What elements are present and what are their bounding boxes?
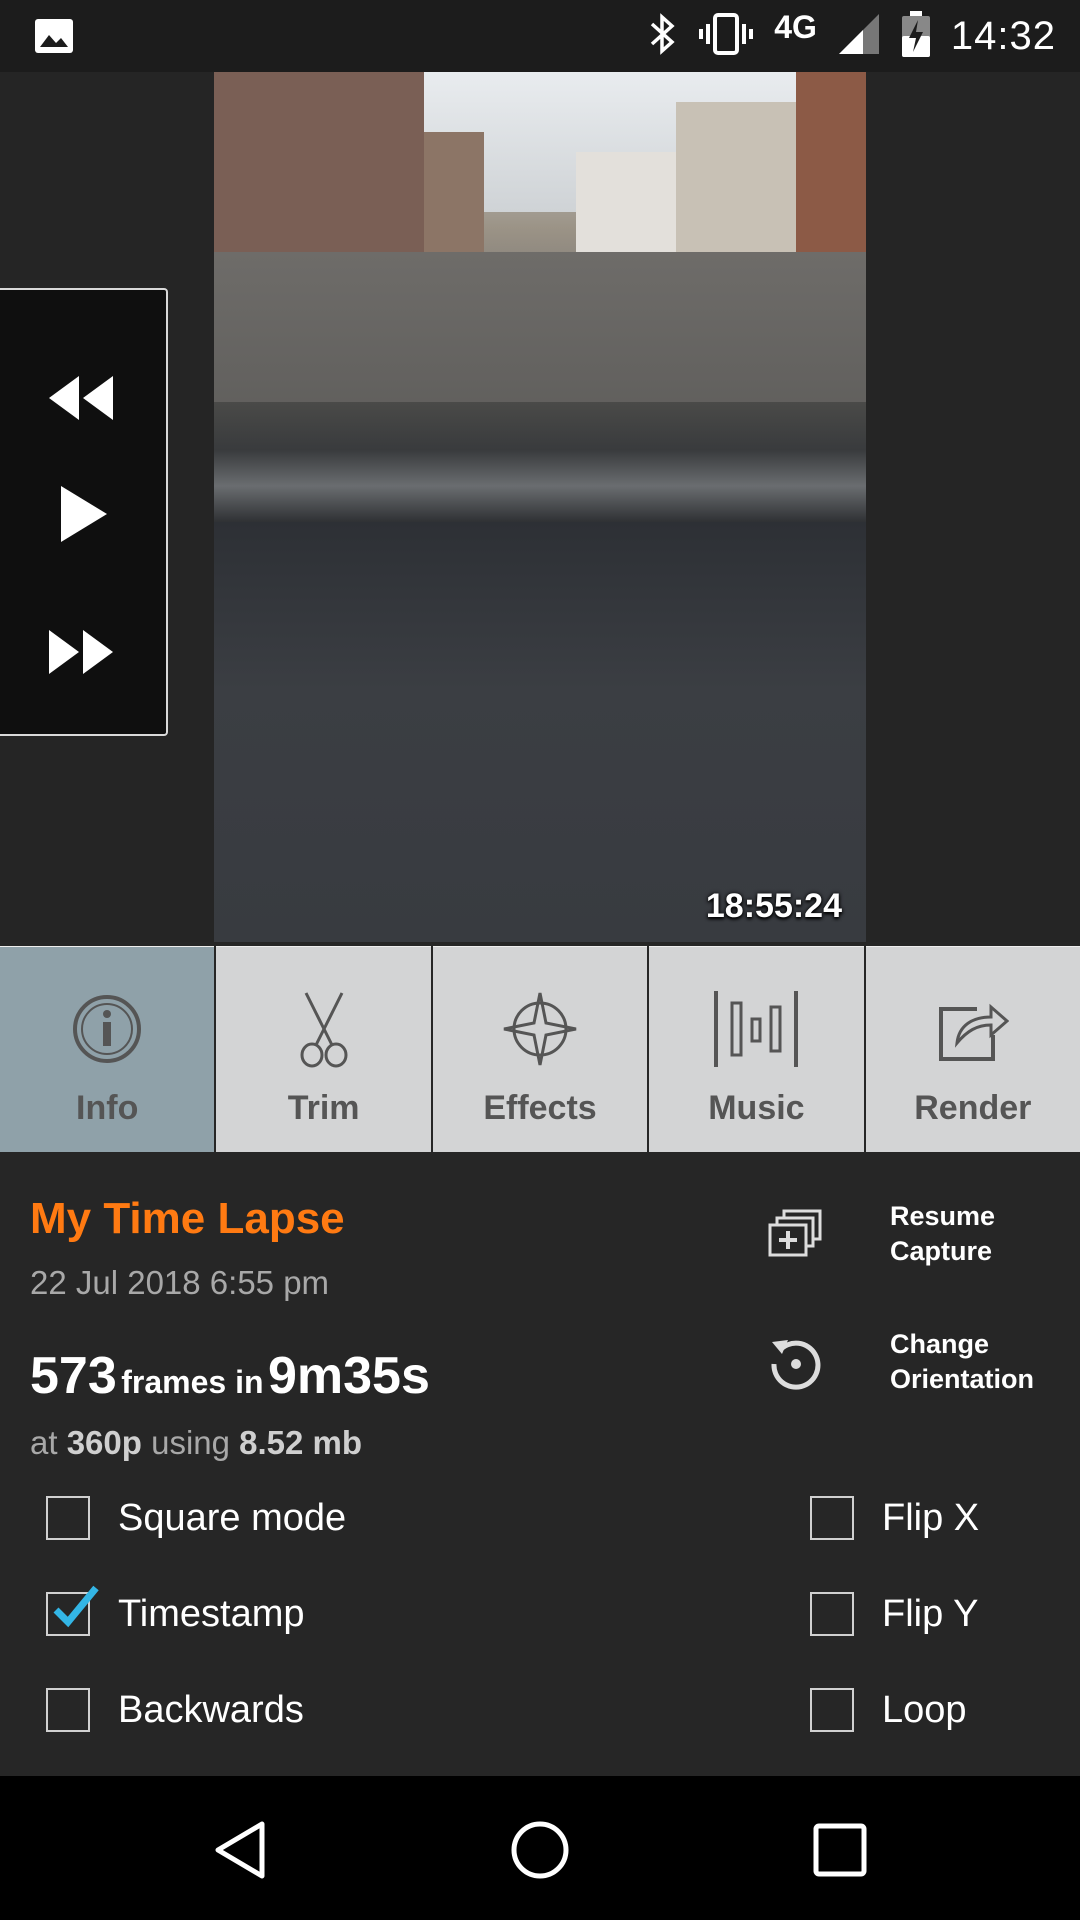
recents-button[interactable] xyxy=(800,1810,880,1890)
scissors-icon xyxy=(300,992,348,1068)
resume-label-1: Resume xyxy=(890,1201,996,1231)
checkbox-box xyxy=(46,1688,90,1732)
resolution: 360p xyxy=(66,1424,142,1461)
vibrate-icon xyxy=(698,12,754,61)
playback-controls xyxy=(0,288,168,736)
signal-icon xyxy=(837,12,881,61)
project-title[interactable]: My Time Lapse xyxy=(30,1194,345,1244)
checkbox-label: Loop xyxy=(882,1688,967,1731)
checkbox-label: Flip Y xyxy=(882,1592,979,1635)
resolution-summary: at 360p using 8.52 mb xyxy=(30,1424,362,1462)
file-size: 8.52 mb xyxy=(239,1424,363,1461)
battery-charging-icon xyxy=(901,10,931,63)
checkbox-box xyxy=(46,1496,90,1540)
flip-x-checkbox[interactable]: Flip X xyxy=(810,1496,979,1540)
resume-capture-button[interactable]: Resume Capture xyxy=(760,1198,995,1270)
resume-label-2: Capture xyxy=(890,1236,993,1266)
rewind-button[interactable] xyxy=(36,358,126,438)
music-icon xyxy=(714,991,799,1067)
loop-checkbox[interactable]: Loop xyxy=(810,1688,967,1732)
status-bar: 4G 14:32 xyxy=(0,0,1080,72)
back-icon xyxy=(215,1821,265,1879)
tab-label: Effects xyxy=(483,1089,597,1127)
bluetooth-icon xyxy=(648,12,678,61)
checkmark-icon xyxy=(53,1585,99,1628)
tab-effects[interactable]: Effects xyxy=(432,946,648,1152)
res-prefix: at xyxy=(30,1424,58,1461)
navigation-bar xyxy=(0,1776,1080,1920)
info-icon xyxy=(73,995,142,1063)
project-date: 22 Jul 2018 6:55 pm xyxy=(30,1264,330,1301)
effects-icon xyxy=(503,992,577,1066)
orientation-label-2: Orientation xyxy=(890,1364,1035,1394)
checkbox-box xyxy=(810,1592,854,1636)
fast-forward-button[interactable] xyxy=(36,612,126,692)
tab-label: Info xyxy=(76,1089,139,1127)
checkbox-label: Backwards xyxy=(118,1688,304,1731)
checkbox-box xyxy=(810,1688,854,1732)
timestamp-checkbox[interactable]: Timestamp xyxy=(46,1585,305,1636)
video-timestamp: 18:55:24 xyxy=(705,887,842,925)
checkbox-label: Flip X xyxy=(882,1496,980,1539)
info-panel: My Time Lapse 22 Jul 2018 6:55 pm 573 fr… xyxy=(0,1152,1080,1776)
backwards-checkbox[interactable]: Backwards xyxy=(46,1688,304,1732)
tab-trim[interactable]: Trim xyxy=(216,946,431,1152)
duration: 9m35s xyxy=(267,1347,430,1405)
frames-summary: 573 frames in 9m35s xyxy=(30,1346,430,1406)
orientation-label-1: Change xyxy=(890,1329,990,1359)
checkbox-label: Timestamp xyxy=(118,1592,305,1635)
play-icon xyxy=(61,486,107,542)
resume-capture-icon xyxy=(760,1198,832,1270)
frames-text: frames in xyxy=(121,1364,264,1400)
tab-bar: Info Trim Effects Music Render xyxy=(0,946,1080,1152)
checkbox-box xyxy=(46,1585,99,1636)
home-icon xyxy=(511,1821,569,1879)
tab-info[interactable]: Info xyxy=(0,946,215,1152)
square-mode-checkbox[interactable]: Square mode xyxy=(46,1496,346,1540)
res-mid: using xyxy=(151,1424,230,1461)
tab-render[interactable]: Render xyxy=(865,946,1080,1152)
change-orientation-button[interactable]: Change Orientation xyxy=(760,1326,1034,1398)
recents-icon xyxy=(813,1823,867,1877)
image-icon xyxy=(34,18,74,59)
tab-label: Music xyxy=(708,1089,805,1127)
network-type: 4G xyxy=(774,8,817,45)
flip-y-checkbox[interactable]: Flip Y xyxy=(810,1592,978,1636)
rotate-icon xyxy=(760,1326,832,1398)
rewind-icon xyxy=(49,376,113,420)
tab-label: Render xyxy=(914,1089,1032,1127)
checkbox-box xyxy=(810,1496,854,1540)
checkbox-label: Square mode xyxy=(118,1496,347,1539)
home-button[interactable] xyxy=(500,1810,580,1890)
render-icon xyxy=(938,1003,1009,1061)
tab-label: Trim xyxy=(287,1089,360,1127)
back-button[interactable] xyxy=(200,1810,280,1890)
play-button[interactable] xyxy=(36,474,126,554)
video-preview[interactable]: 18:55:24 xyxy=(214,72,866,942)
tab-music[interactable]: Music xyxy=(649,946,864,1152)
fast-forward-icon xyxy=(49,630,113,674)
clock: 14:32 xyxy=(950,13,1056,58)
frames-count: 573 xyxy=(30,1347,117,1405)
